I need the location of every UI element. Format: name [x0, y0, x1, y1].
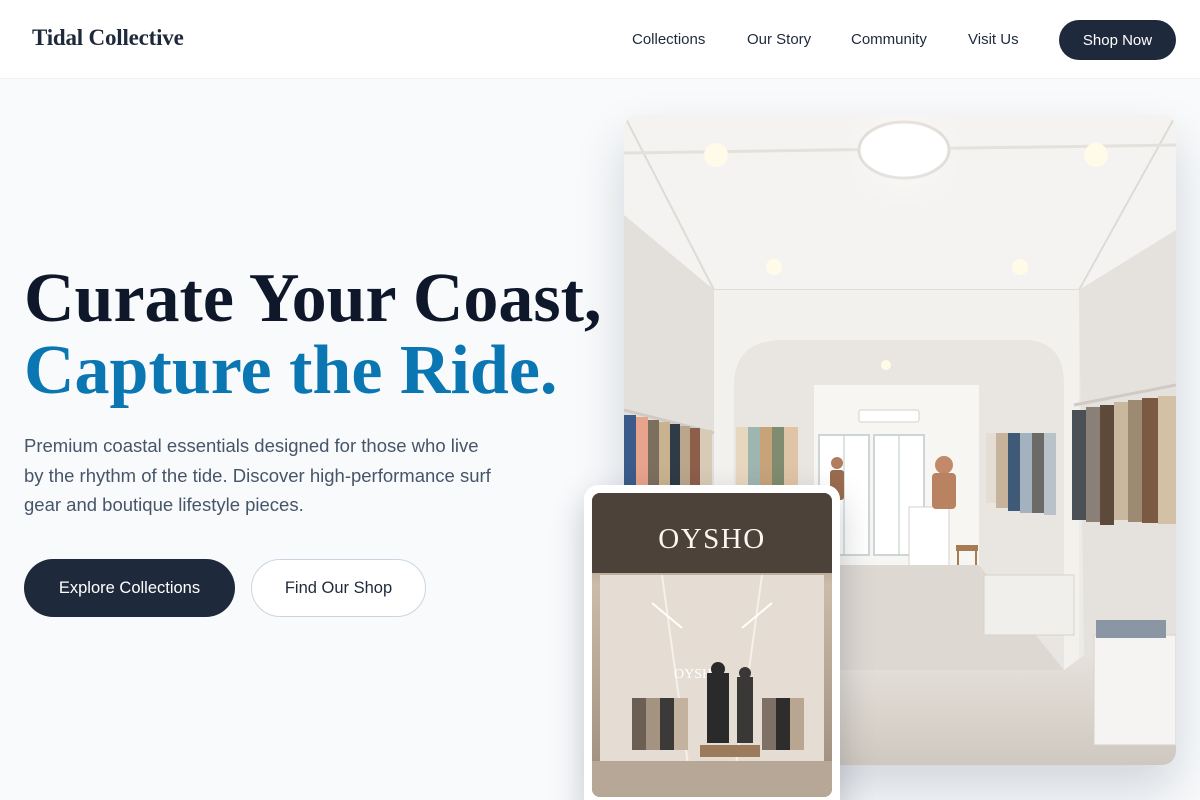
explore-collections-button[interactable]: Explore Collections: [24, 559, 235, 617]
nav-link-visit-us[interactable]: Visit Us: [968, 31, 1019, 48]
inset-store-photo-card: OYSHO OYSHO: [584, 485, 840, 800]
storefront-photo: OYSHO OYSHO: [592, 493, 832, 797]
hero-description: Premium coastal essentials designed for …: [24, 435, 491, 515]
find-our-shop-button[interactable]: Find Our Shop: [251, 559, 426, 617]
hero-headline: Curate Your Coast, Capture the Ride.: [24, 263, 601, 407]
store-sign: OYSHO: [658, 523, 766, 555]
headline-line-1: Curate Your Coast,: [24, 260, 602, 337]
nav-link-community[interactable]: Community: [851, 31, 927, 48]
nav-link-collections[interactable]: Collections: [632, 31, 705, 48]
brand-logo[interactable]: Tidal Collective: [32, 25, 184, 51]
headline-line-2: Capture the Ride.: [24, 332, 558, 409]
shop-now-button[interactable]: Shop Now: [1059, 20, 1176, 60]
site-header: Tidal Collective Collections Our Story C…: [0, 0, 1200, 79]
nav-link-our-story[interactable]: Our Story: [747, 31, 811, 48]
